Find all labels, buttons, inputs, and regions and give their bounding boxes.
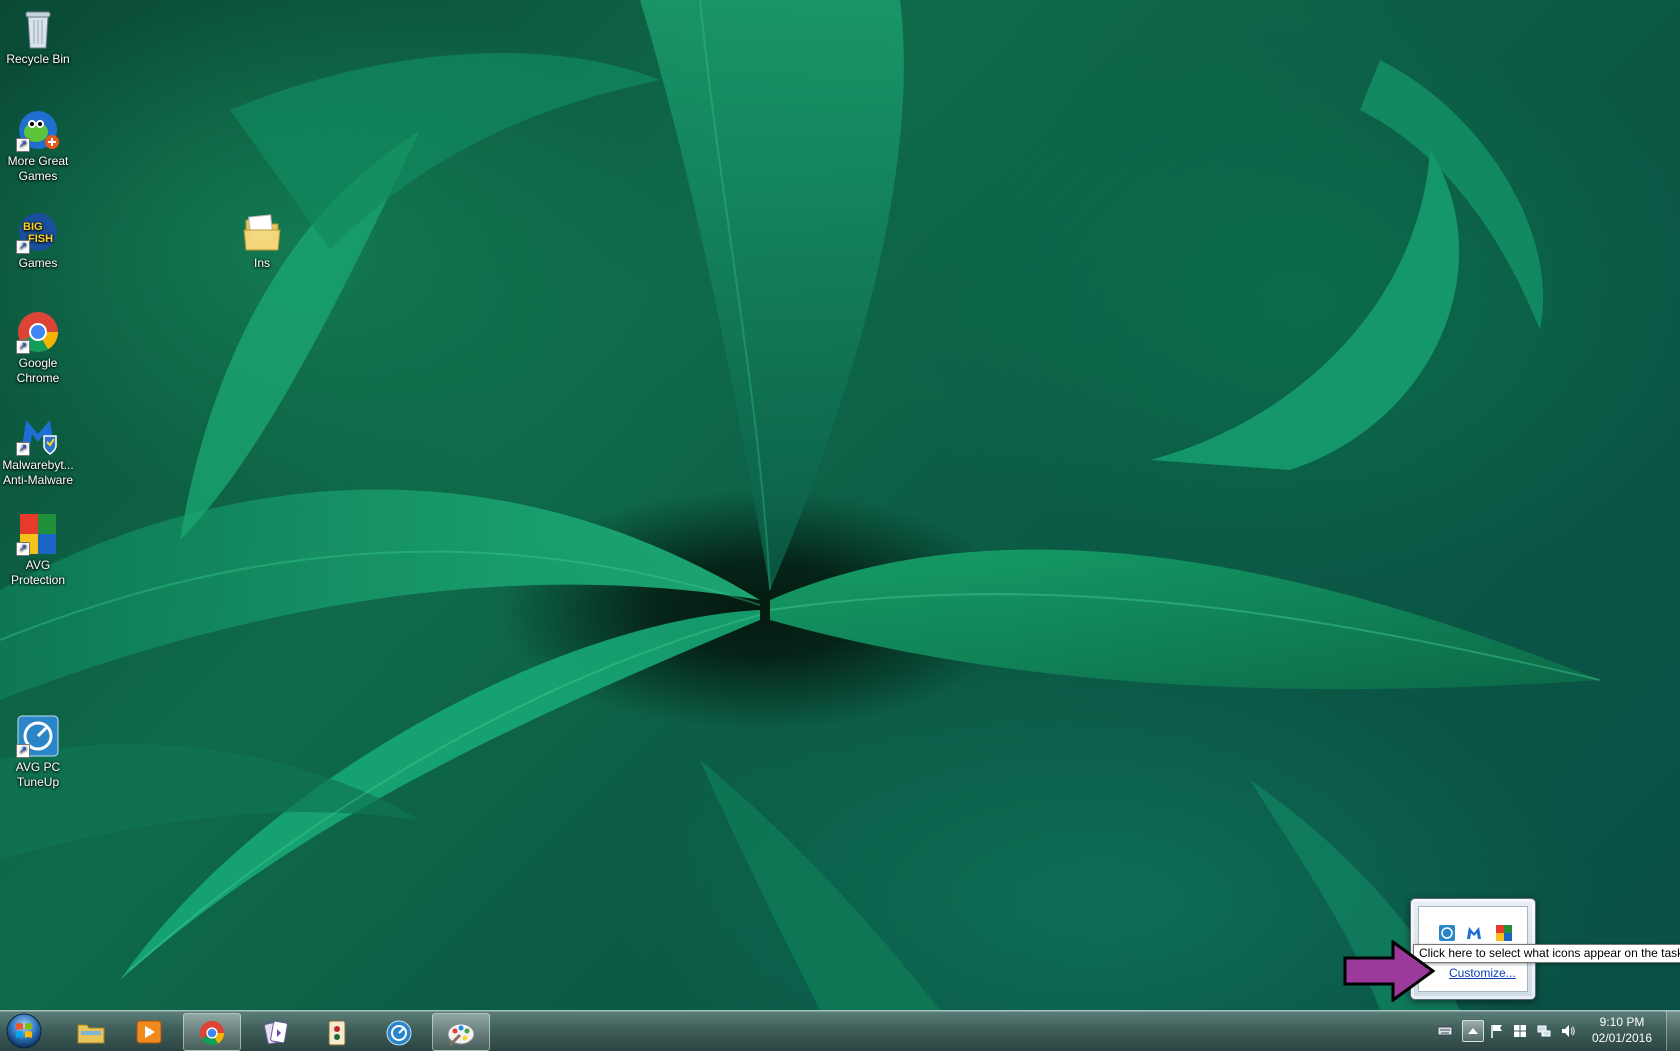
mahjong-game-icon <box>328 1020 346 1046</box>
network-icon[interactable] <box>1536 1023 1552 1039</box>
desktop-icon-google-chrome[interactable]: ↗ Google Chrome <box>0 310 76 386</box>
start-button[interactable] <box>4 1012 44 1050</box>
shortcut-arrow-icon: ↗ <box>16 240 30 254</box>
desktop-icon-more-great-games[interactable]: ↗ More Great Games <box>0 108 76 184</box>
desktop-icon-avg-protection[interactable]: ↗ AVG Protection <box>0 512 76 588</box>
taskbar: 9:10 PM 02/01/2016 <box>0 1010 1680 1051</box>
avg-tray-icon[interactable] <box>1495 924 1513 942</box>
action-center-flag-icon[interactable] <box>1489 1023 1505 1039</box>
desktop-icon-label: Games <box>18 256 58 270</box>
desktop-icon-ins-folder[interactable]: Ins <box>226 210 298 271</box>
desktop-icon-avg-pc-tuneup[interactable]: ↗ AVG PC TuneUp <box>0 714 76 790</box>
desktop-icon-label: Malwarebyt... Anti-Malware <box>2 458 74 487</box>
media-player-icon <box>136 1020 162 1044</box>
windows-start-orb <box>6 1013 42 1049</box>
desktop-icon-malwarebytes[interactable]: ↗ Malwarebyt... Anti-Malware <box>0 412 76 488</box>
desktop[interactable]: Recycle Bin ↗ More Great Games BIG FISH … <box>0 0 1680 1010</box>
avg-tuneup-icon: ↗ <box>16 714 60 758</box>
shortcut-arrow-icon: ↗ <box>16 542 30 556</box>
desktop-icon-label: AVG PC TuneUp <box>15 760 61 789</box>
volume-icon[interactable] <box>1560 1023 1576 1039</box>
annotation-arrow <box>1343 940 1435 1002</box>
desktop-icon-recycle-bin[interactable]: Recycle Bin <box>0 6 76 67</box>
show-hidden-icons-button[interactable] <box>1462 1020 1484 1042</box>
malwarebytes-icon: ↗ <box>16 412 60 456</box>
desktop-icon-label: More Great Games <box>7 154 69 183</box>
svg-text:FISH: FISH <box>28 233 53 245</box>
desktop-icon-label: Recycle Bin <box>6 52 70 66</box>
games-frog-icon: ↗ <box>16 108 60 152</box>
taskbar-file-explorer[interactable] <box>62 1013 120 1051</box>
desktop-icon-label: Ins <box>253 256 270 270</box>
taskbar-mahjong-game[interactable] <box>308 1013 366 1051</box>
avg-tuneup-icon <box>386 1020 412 1046</box>
shortcut-arrow-icon: ↗ <box>16 340 30 354</box>
file-explorer-icon <box>77 1024 105 1044</box>
avg-tuneup-tray-icon[interactable] <box>1438 924 1456 942</box>
taskbar-clock[interactable]: 9:10 PM 02/01/2016 <box>1582 1014 1662 1046</box>
desktop-icon-label: AVG Protection <box>10 558 66 587</box>
clock-time: 9:10 PM <box>1599 1015 1645 1029</box>
taskbar-media-player[interactable] <box>120 1013 178 1051</box>
taskbar-cards-game[interactable] <box>247 1013 305 1051</box>
wallpaper-image <box>0 0 1601 1010</box>
shortcut-arrow-icon: ↗ <box>16 138 30 152</box>
big-fish-games-icon: BIG FISH ↗ <box>16 210 60 254</box>
recycle-bin-icon <box>16 6 60 50</box>
windows-icon[interactable] <box>1512 1023 1528 1039</box>
chrome-icon <box>199 1020 225 1046</box>
taskbar-chrome[interactable] <box>183 1013 241 1051</box>
shortcut-arrow-icon: ↗ <box>16 744 30 758</box>
folder-icon <box>240 210 284 254</box>
chrome-icon: ↗ <box>16 310 60 354</box>
desktop-icon-label: Google Chrome <box>16 356 60 385</box>
svg-text:BIG: BIG <box>23 221 43 233</box>
clock-date: 02/01/2016 <box>1591 1031 1653 1045</box>
customize-tooltip: Click here to select what icons appear o… <box>1413 944 1680 963</box>
shortcut-arrow-icon: ↗ <box>16 442 30 456</box>
paint-icon <box>447 1023 475 1047</box>
taskbar-paint[interactable] <box>432 1013 490 1051</box>
show-desktop-button[interactable] <box>1666 1011 1680 1051</box>
customize-link[interactable]: Customize... <box>1449 966 1516 980</box>
chevron-up-icon <box>1468 1028 1478 1034</box>
malwarebytes-tray-icon[interactable] <box>1465 924 1483 942</box>
keyboard-icon[interactable] <box>1437 1023 1453 1039</box>
taskbar-avg-tuneup[interactable] <box>370 1013 428 1051</box>
desktop-icon-big-fish-games[interactable]: BIG FISH ↗ Games <box>0 210 76 271</box>
avg-icon: ↗ <box>16 512 60 556</box>
cards-game-icon <box>263 1020 288 1045</box>
